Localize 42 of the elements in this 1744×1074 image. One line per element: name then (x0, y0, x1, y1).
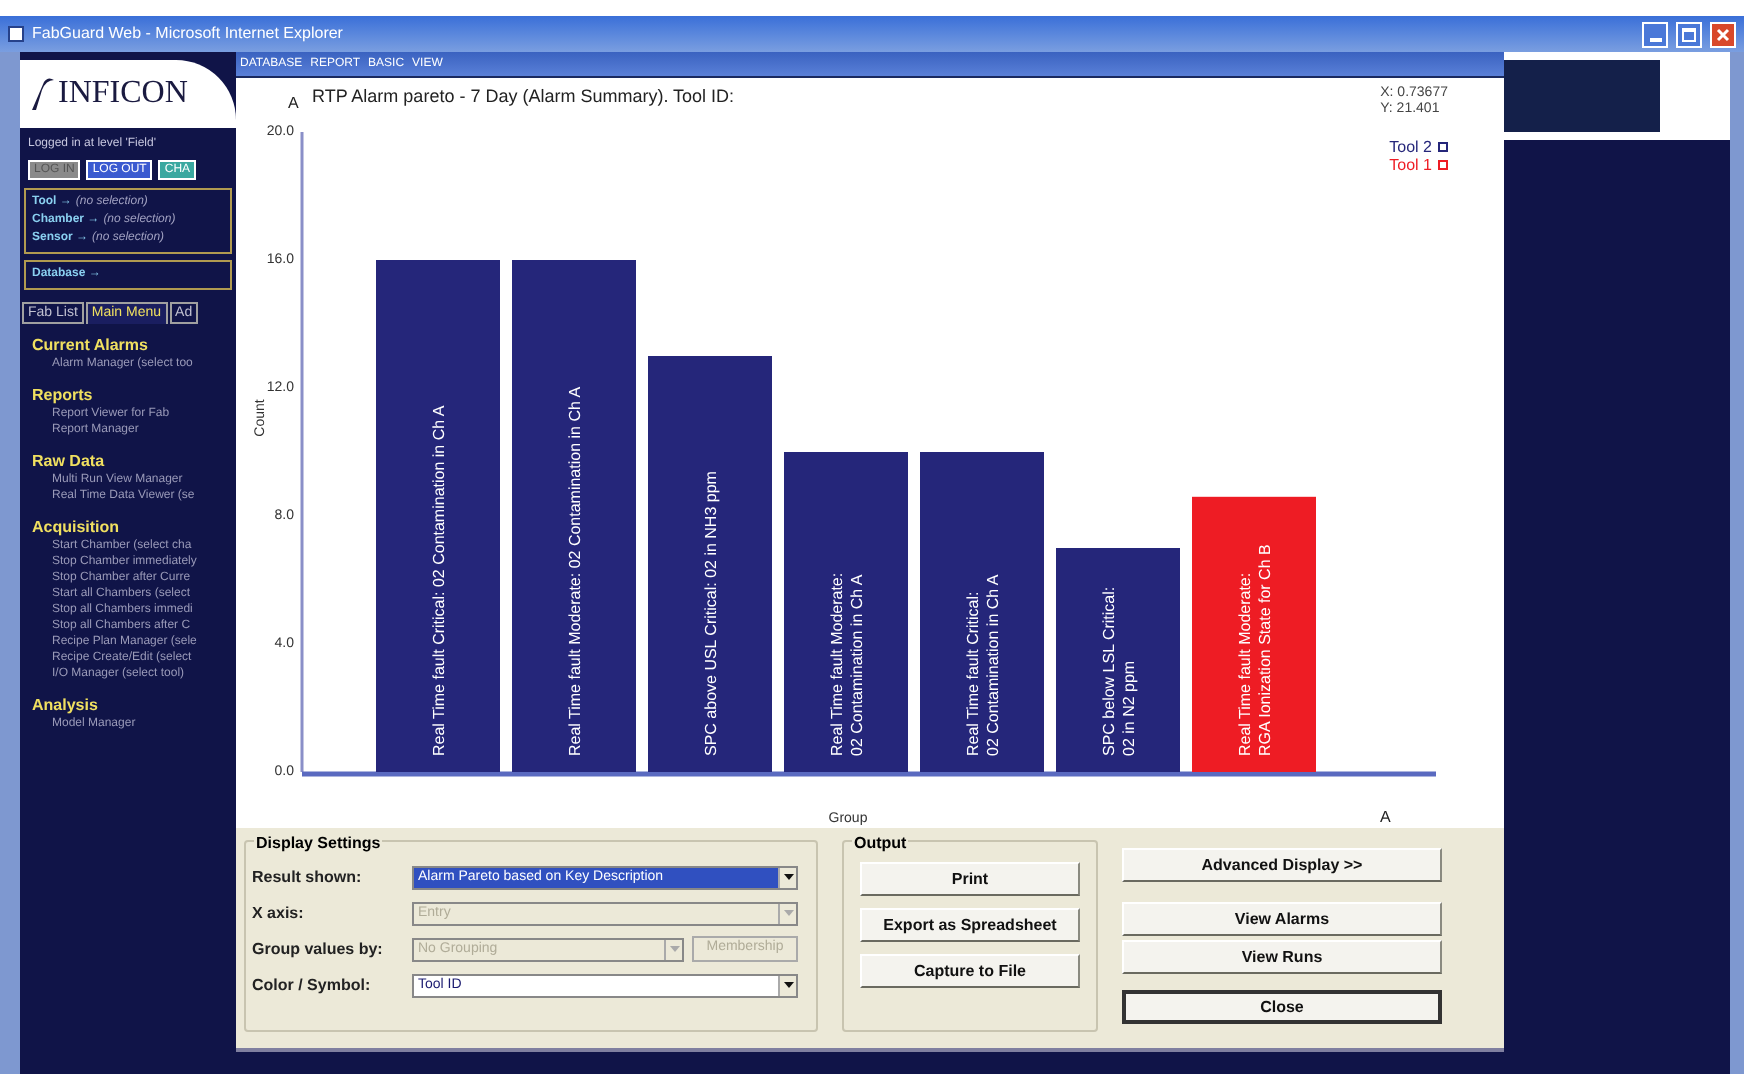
group-title: Display Settings (254, 832, 383, 856)
field-label: Result shown: (252, 865, 364, 889)
field-label: X axis: (252, 901, 306, 925)
bar-label: Real Time fault Moderate: 02 Contamination in Ch A (828, 572, 866, 756)
close-button[interactable] (1710, 21, 1736, 47)
caret-icon (778, 867, 796, 887)
button[interactable]: Export as Spreadsheet (860, 908, 1080, 942)
window-icon (8, 26, 24, 42)
bar-label: Real Time fault Moderate: RGA Ionization State for Ch B (1236, 544, 1274, 756)
group-title: Output (852, 832, 909, 856)
bar-label: SPC above USL Critical: 02 in NH3 ppm (702, 471, 720, 756)
menu-section-title: Raw Data (32, 452, 107, 472)
bar-label: Real Time fault Moderate: 02 Contamination in Ch A (566, 386, 584, 756)
caret-icon (778, 975, 796, 995)
legend-label: Tool 1 (1389, 156, 1432, 174)
action-button[interactable]: Close (1122, 990, 1442, 1024)
bar-label: Real Time fault Critical: 02 Contamination in Ch A (430, 405, 448, 756)
menu-section-title: Analysis (32, 696, 100, 716)
action-button[interactable]: View Runs (1122, 940, 1442, 974)
logo: INFICON (58, 74, 188, 114)
bar-label: Real Time fault Critical: 02 Contamination in Ch A (964, 574, 1002, 756)
chart-title: RTP Alarm pareto - 7 Day (Alarm Summary). Tool ID: (312, 86, 735, 106)
menu-section-title: Reports (32, 386, 95, 406)
caret-icon (778, 903, 796, 923)
minimize-button[interactable] (1642, 21, 1668, 47)
axis-mark: A (288, 94, 299, 112)
action-button[interactable]: View Alarms (1122, 902, 1442, 936)
caret-icon (664, 939, 682, 959)
window-title: FabGuard Web - Microsoft Internet Explorer (32, 22, 345, 46)
field-label: Group values by: (252, 937, 385, 961)
button[interactable]: Print (860, 862, 1080, 896)
action-button[interactable]: Advanced Display >> (1122, 848, 1442, 882)
field-label: Color / Symbol: (252, 973, 373, 997)
legend-label: Tool 2 (1389, 138, 1432, 156)
logo-icon (28, 76, 56, 112)
button[interactable]: Capture to File (860, 954, 1080, 988)
menu-section-title: Acquisition (32, 518, 122, 538)
bar-label: SPC below LSL Critical: 02 in N2 ppm (1100, 586, 1138, 756)
menu-section-title: Current Alarms (32, 336, 150, 356)
maximize-button[interactable] (1676, 21, 1702, 47)
axis-mark: A (1380, 808, 1391, 826)
close-icon (1716, 27, 1730, 41)
